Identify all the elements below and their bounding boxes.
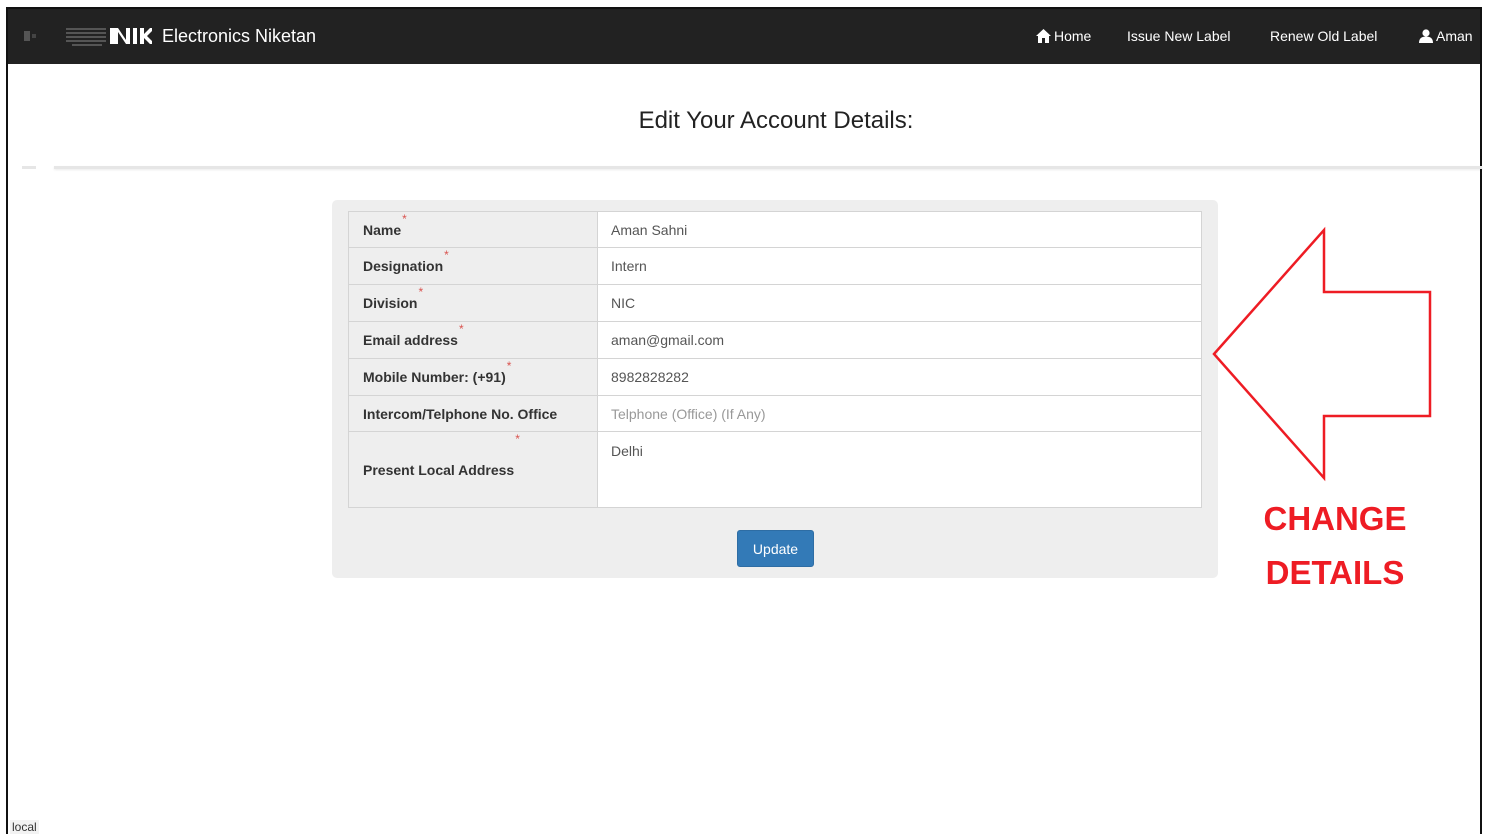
update-button[interactable]: Update: [737, 530, 814, 567]
required-star: *: [458, 322, 464, 336]
division-label-text: Division: [363, 295, 418, 311]
nav-user-menu[interactable]: Aman: [1419, 26, 1473, 46]
email-label-text: Email address: [363, 332, 458, 348]
form-row-designation: Designation *: [348, 247, 1202, 285]
top-navbar: Electronics Niketan Home Issue New Label…: [8, 9, 1480, 64]
mobile-input[interactable]: [598, 359, 1201, 395]
designation-input[interactable]: [598, 248, 1201, 284]
nav-renew-old-label-link[interactable]: Renew Old Label: [1270, 26, 1377, 46]
required-star: *: [506, 359, 512, 373]
divider-stub: [22, 166, 36, 169]
designation-label-text: Designation: [363, 258, 444, 274]
address-label-text: Present Local Address: [363, 461, 515, 478]
left-arrow-annotation-icon: [1212, 226, 1432, 482]
form-row-email: Email address *: [348, 321, 1202, 359]
nav-issue-new-label-link[interactable]: Issue New Label: [1127, 26, 1231, 46]
required-star: *: [444, 248, 449, 262]
intercom-label: Intercom/Telphone No. Office: [349, 396, 598, 431]
nic-logo-icon[interactable]: [22, 25, 152, 47]
brand-title[interactable]: Electronics Niketan: [162, 25, 316, 47]
form-row-address: Present Local Address * Delhi: [348, 431, 1202, 508]
nav-home-link[interactable]: Home: [1036, 26, 1091, 46]
name-input[interactable]: [598, 212, 1201, 247]
email-label: Email address *: [349, 322, 598, 358]
name-label-text: Name: [363, 221, 402, 238]
address-label: Present Local Address *: [349, 432, 598, 507]
mobile-label: Mobile Number: (+91) *: [349, 359, 598, 395]
section-divider: [54, 166, 1482, 169]
callout-line-1: CHANGE: [1263, 500, 1407, 537]
status-bar-text: local: [10, 820, 39, 834]
callout-line-2: DETAILS: [1265, 554, 1405, 591]
form-row-division: Division *: [348, 284, 1202, 322]
nav-home-label: Home: [1054, 28, 1092, 44]
user-icon: [1419, 29, 1433, 43]
required-star: *: [402, 212, 407, 226]
required-star: *: [515, 432, 520, 446]
intercom-input[interactable]: [598, 396, 1201, 431]
home-icon: [1036, 29, 1051, 43]
designation-label: Designation *: [349, 248, 598, 284]
page-title: Edit Your Account Details:: [638, 107, 914, 134]
required-star: *: [418, 285, 424, 299]
name-label: Name *: [349, 212, 598, 247]
division-input[interactable]: [598, 285, 1201, 321]
change-details-callout: CHANGE DETAILS: [1250, 492, 1420, 600]
form-row-name: Name *: [348, 211, 1202, 248]
intercom-label-text: Intercom/Telphone No. Office: [363, 405, 558, 422]
nav-user-label: Aman: [1436, 28, 1473, 44]
address-textarea[interactable]: Delhi: [598, 432, 1201, 507]
division-label: Division *: [349, 285, 598, 321]
form-row-mobile: Mobile Number: (+91) *: [348, 358, 1202, 396]
form-row-intercom: Intercom/Telphone No. Office: [348, 395, 1202, 432]
mobile-label-text: Mobile Number: (+91): [363, 369, 506, 385]
email-input[interactable]: [598, 322, 1201, 358]
